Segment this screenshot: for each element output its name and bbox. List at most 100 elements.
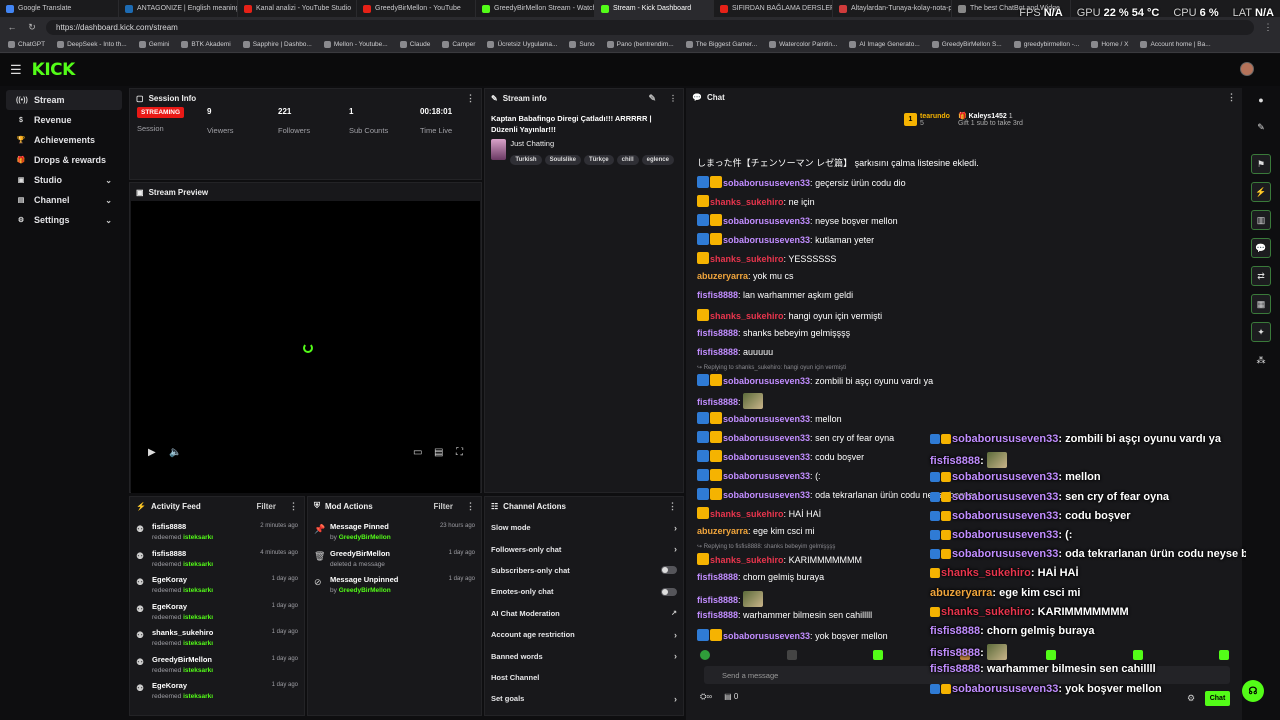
channel-action-subscribers-only-chat[interactable]: Subscribers-only chat [485,560,683,581]
activity-user[interactable]: EgeKoray [152,574,266,585]
browser-tab[interactable]: SIFIRDAN BAĞLAMA DERSLERİ 6 ( [714,0,833,17]
rail-btn-4-icon[interactable]: 💬 [1251,238,1271,258]
info-icon[interactable]: ● [1251,90,1271,110]
bookmark-item[interactable]: The Biggest Gamer... [685,41,757,48]
rail-btn-3-icon[interactable]: ▥ [1251,210,1271,230]
toggle-switch[interactable] [661,587,677,596]
emote-icon[interactable] [1046,650,1056,660]
play-icon[interactable]: ▶ [148,447,156,458]
activity-user[interactable]: GreedyBirMellon [152,654,266,665]
chat-username[interactable]: sobaborususeven33 [723,235,810,245]
chat-username[interactable]: fisfis8888 [930,625,980,637]
browser-tab[interactable]: ANTAGONIZE | English meaning - [119,0,238,17]
chat-username[interactable]: sobaborususeven33 [723,433,810,443]
chat-username[interactable]: abuzeryarra [697,526,748,536]
sidebar-item-settings[interactable]: ⚙ Settings ⌄ [6,210,122,230]
chat-username[interactable]: abuzeryarra [930,587,992,599]
tag-chip[interactable]: Turkish [510,155,542,165]
chat-username[interactable]: sobaborususeven33 [723,216,810,226]
sidebar-item-drops[interactable]: 🎁 Drops & rewards [6,150,122,170]
more-icon[interactable]: ⋮ [466,93,475,104]
sidebar-item-channel[interactable]: ▤ Channel ⌄ [6,190,122,210]
chat-username[interactable]: fisfis8888 [930,663,980,675]
chat-username[interactable]: fisfis8888 [697,347,738,357]
browser-tab[interactable]: GreedyBirMellon Stream - Watch [476,0,595,17]
mod-user[interactable]: GreedyBirMellon [339,534,391,541]
chat-username[interactable]: abuzeryarra [697,271,748,281]
fullscreen-icon[interactable]: ⛶ [456,447,463,458]
tag-chip[interactable]: Soulslike [544,155,581,165]
chat-username[interactable]: fisfis8888 [697,572,738,582]
theater-icon[interactable]: ▭ [413,447,422,458]
bookmark-item[interactable]: Watercolor Paintin... [769,41,837,48]
chat-settings-icon[interactable]: ⚙ [1187,693,1195,704]
chat-username[interactable]: sobaborususeven33 [952,433,1058,445]
browser-tab[interactable]: Kanal analizi - YouTube Studio [238,0,357,17]
chat-username[interactable]: fisfis8888 [930,647,980,659]
kick-logo[interactable]: KICK [32,60,76,80]
more-icon[interactable]: ⋮ [1227,92,1236,103]
emote-icon[interactable] [786,650,797,660]
bookmark-item[interactable]: Ücretsiz Uygulama... [487,41,557,48]
bookmark-item[interactable]: BTK Akademi [181,41,231,48]
filter-button[interactable]: Filter [256,502,276,511]
emote-icon[interactable] [700,650,710,660]
edit-icon[interactable]: ✎ [648,93,656,104]
channel-action-host-channel[interactable]: Host Channel [485,667,683,688]
help-button[interactable]: ☊ [1242,680,1264,702]
toggle-switch[interactable] [661,566,677,575]
chat-username[interactable]: sobaborususeven33 [952,471,1058,483]
chat-username[interactable]: sobaborususeven33 [723,631,810,641]
chat-username[interactable]: sobaborususeven33 [952,529,1058,541]
chat-username[interactable]: sobaborususeven33 [723,471,810,481]
tag-chip[interactable]: Türkçe [583,155,614,165]
bookmark-item[interactable]: Pano (bentrendim... [606,41,674,48]
menu-icon[interactable]: ☰ [10,62,22,78]
filter-button[interactable]: Filter [433,502,453,511]
avatar[interactable] [1240,62,1254,76]
rail-btn-5-icon[interactable]: ⇄ [1251,266,1271,286]
tag-chip[interactable]: chill [616,155,639,165]
emote-icon[interactable] [1132,650,1143,660]
activity-user[interactable]: fisfis8888 [152,548,254,559]
chat-username[interactable]: shanks_sukehiro [710,197,784,207]
chat-username[interactable]: fisfis8888 [697,595,738,605]
chat-username[interactable]: sobaborususeven33 [952,548,1058,560]
rail-btn-8-icon[interactable]: ⁂ [1251,350,1271,370]
bookmark-item[interactable]: GreedyBirMellon S... [931,41,1002,48]
bookmark-item[interactable]: Claude [399,41,430,48]
emote-icon[interactable] [1219,650,1229,660]
chat-username[interactable]: sobaborususeven33 [723,452,810,462]
bookmark-item[interactable]: AI Image Generato... [849,41,920,48]
chat-username[interactable]: sobaborususeven33 [723,178,810,188]
pencil-icon[interactable]: ✎ [1251,117,1271,137]
browser-tab[interactable]: Altaylardan-Tunaya-kolay-nota-p [833,0,952,17]
bookmark-item[interactable]: Camper [442,41,475,48]
bookmark-item[interactable]: Suno [569,41,595,48]
more-icon[interactable]: ⋮ [668,501,677,512]
more-icon[interactable]: ⋮ [466,501,475,512]
emote-icon[interactable] [873,650,883,660]
rail-btn-7-icon[interactable]: ✦ [1251,322,1271,342]
sidebar-item-revenue[interactable]: $ Revenue [6,110,122,130]
bookmark-item[interactable]: Account home | Ba... [1140,41,1211,48]
rail-btn-2-icon[interactable]: ⚡ [1251,182,1271,202]
bookmark-item[interactable]: Sapphire | Dashbo... [242,41,312,48]
sidebar-item-studio[interactable]: ▣ Studio ⌄ [6,170,122,190]
browser-tab[interactable]: GreedyBirMellon - YouTube [357,0,476,17]
volume-icon[interactable]: 🔈 [169,447,181,458]
channel-action-banned-words[interactable]: Banned words › [485,645,683,666]
chat-username[interactable]: shanks_sukehiro [710,555,784,565]
channel-action-set-goals[interactable]: Set goals › [485,688,683,709]
bookmark-item[interactable]: greedybirmellon -... [1013,41,1079,48]
back-icon[interactable]: ← [6,22,18,32]
chat-username[interactable]: fisfis8888 [930,455,980,467]
chat-username[interactable]: sobaborususeven33 [723,414,810,424]
channel-action-followers-only-chat[interactable]: Followers-only chat › [485,538,683,559]
points-icon[interactable]: ⛭∞ [700,692,712,702]
channel-action-slow-mode[interactable]: Slow mode › [485,517,683,538]
sidebar-item-stream[interactable]: ((•)) Stream [6,90,122,110]
channel-action-ai-chat-moderation[interactable]: AI Chat Moderation ↗ [485,603,683,624]
chat-send-button[interactable]: Chat [1205,691,1230,706]
more-icon[interactable]: ⋮ [289,501,298,512]
